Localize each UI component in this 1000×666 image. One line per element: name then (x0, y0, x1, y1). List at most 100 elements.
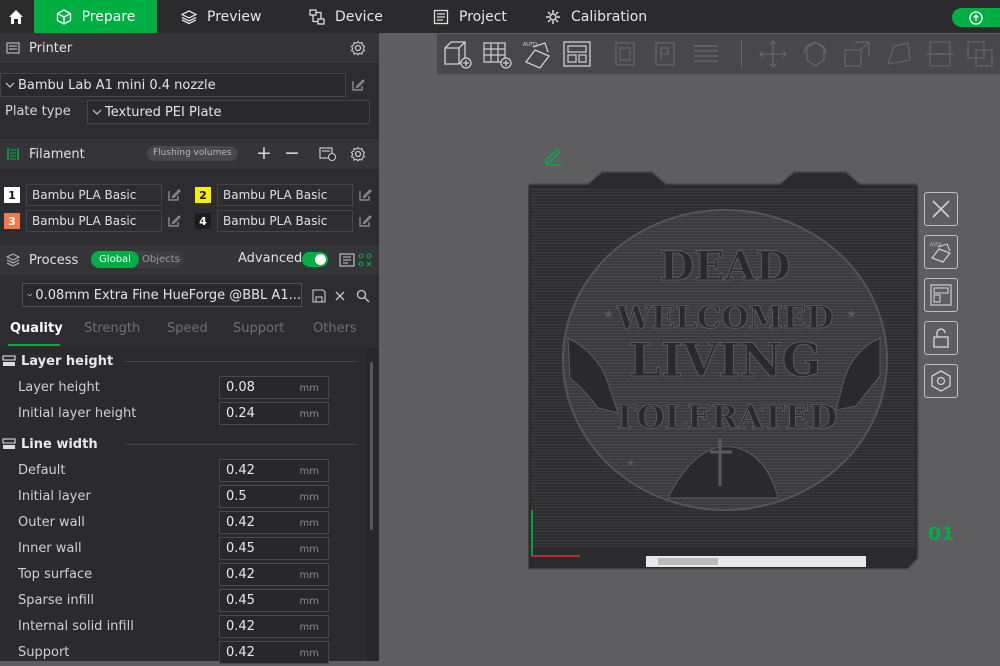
edit-icon[interactable] (167, 214, 181, 228)
param-value: 0.45 (226, 593, 255, 608)
auto-orient-plate-button[interactable]: AUTO (924, 235, 958, 269)
delete-plate-button[interactable] (924, 192, 958, 226)
group-title: Line width (21, 436, 98, 452)
param-row-default: Default 0.42 mm (0, 458, 362, 484)
lock-icon (933, 328, 949, 348)
param-input[interactable]: 0.42 mm (219, 459, 329, 482)
setting-tree-icon[interactable] (358, 253, 372, 267)
edit-icon[interactable] (358, 188, 372, 202)
device-icon (309, 8, 325, 25)
plate-settings-button[interactable] (924, 364, 958, 398)
tab-others[interactable]: Others (313, 321, 357, 336)
build-plate[interactable]: DEAD WELCOMED LIVING TOLERATED ★ ★ ★ (528, 168, 920, 573)
flushing-volumes-button[interactable]: Flushing volumes (147, 146, 238, 161)
add-plate-icon[interactable] (481, 38, 513, 70)
param-unit: mm (299, 622, 319, 633)
sync-ams-icon[interactable] (319, 146, 337, 162)
auto-orient-icon[interactable]: AUTO (521, 38, 553, 70)
add-object-icon[interactable] (441, 38, 473, 70)
tab-device[interactable]: Device (309, 0, 383, 33)
lock-plate-button[interactable] (924, 321, 958, 355)
group-line-width: Line width (0, 434, 362, 454)
tab-project[interactable]: Project (433, 0, 507, 33)
filament-slot-2[interactable]: 2 Bambu PLA Basic (195, 184, 375, 206)
param-unit: mm (299, 466, 319, 477)
parameter-list: Layer height Layer height 0.08 mm Initial… (0, 348, 362, 664)
param-input[interactable]: 0.5 mm (219, 485, 329, 508)
plate-settings-icon (931, 370, 951, 392)
chevron-down-icon (92, 109, 102, 115)
filament-name: Bambu PLA Basic (217, 184, 353, 206)
param-row-sparse-infill: Sparse infill 0.45 mm (0, 588, 362, 614)
filament-spool-icon (7, 148, 19, 160)
tab-strength[interactable]: Strength (84, 321, 140, 336)
gear-icon[interactable] (350, 146, 366, 162)
param-value: 0.42 (226, 463, 255, 478)
rotate-icon (803, 41, 827, 67)
param-unit: mm (299, 492, 319, 503)
advanced-toggle[interactable] (302, 252, 328, 267)
process-preset-select[interactable]: 0.08mm Extra Fine HueForge @BBL A1... (22, 283, 302, 307)
global-option[interactable]: Global (91, 251, 139, 268)
filament-name: Bambu PLA Basic (217, 210, 353, 232)
edit-icon[interactable] (351, 78, 365, 92)
upload-button[interactable] (952, 8, 1000, 27)
tab-quality[interactable]: Quality (10, 321, 63, 336)
printer-model-select[interactable]: Bambu Lab A1 mini 0.4 nozzle (0, 73, 346, 97)
filament-name: Bambu PLA Basic (26, 184, 162, 206)
settings-panel: Printer Bambu Lab A1 mini 0.4 nozzle Pla… (0, 33, 379, 664)
model-text-line: LIVING (629, 333, 821, 387)
plate-label-text (658, 558, 718, 565)
arrange-icon[interactable] (561, 38, 593, 70)
home-button[interactable] (0, 0, 31, 33)
cut-icon (927, 41, 953, 67)
search-icon[interactable] (356, 289, 370, 303)
save-icon[interactable] (312, 289, 326, 303)
upload-icon (969, 10, 983, 25)
scrollbar-thumb[interactable] (370, 362, 373, 530)
param-input[interactable]: 0.42 mm (219, 615, 329, 638)
param-input[interactable]: 0.08 mm (219, 376, 329, 399)
mesh-boolean-icon (967, 41, 993, 67)
filament-number-badge: 1 (4, 187, 20, 203)
edit-icon[interactable] (358, 214, 372, 228)
tab-preview[interactable]: Preview (181, 0, 262, 33)
tab-support[interactable]: Support (233, 321, 284, 336)
global-objects-toggle[interactable]: Global Objects (91, 251, 183, 268)
param-unit: mm (299, 648, 319, 659)
param-input[interactable]: 0.45 mm (219, 589, 329, 612)
add-filament-button[interactable]: + (256, 142, 272, 164)
process-title: Process (29, 252, 79, 268)
filament-section-header: Filament Flushing volumes + − (0, 139, 379, 169)
remove-filament-button[interactable]: − (284, 142, 300, 164)
filament-slot-1[interactable]: 1 Bambu PLA Basic (4, 184, 184, 206)
param-label: Top surface (18, 567, 93, 582)
filament-slot-4[interactable]: 4 Bambu PLA Basic (195, 210, 375, 232)
param-row-internal-solid-infill: Internal solid infill 0.42 mm (0, 614, 362, 640)
edit-plate-name-icon[interactable] (543, 144, 565, 166)
arrange-icon (930, 284, 952, 306)
param-unit: mm (299, 518, 319, 529)
group-layer-height: Layer height (0, 351, 362, 371)
line-width-icon (2, 438, 16, 449)
param-input[interactable]: 0.45 mm (219, 537, 329, 560)
param-input[interactable]: 0.24 mm (219, 402, 329, 425)
param-input[interactable]: 0.42 mm (219, 511, 329, 534)
split-parts-icon (655, 42, 675, 66)
tab-speed[interactable]: Speed (167, 321, 208, 336)
param-input[interactable]: 0.42 mm (219, 563, 329, 586)
gear-icon[interactable] (350, 40, 366, 56)
filament-slot-3[interactable]: 3 Bambu PLA Basic (4, 210, 184, 232)
close-icon[interactable] (334, 290, 346, 302)
tab-prepare[interactable]: Prepare (34, 0, 157, 33)
toolbar-divider (741, 40, 742, 68)
plate-type-select[interactable]: Textured PEI Plate (87, 100, 370, 124)
tab-calibration[interactable]: Calibration (545, 0, 647, 33)
parameter-scrollbar[interactable] (365, 348, 379, 661)
objects-option[interactable]: Objects (142, 251, 180, 268)
arrange-plate-button[interactable] (924, 278, 958, 312)
param-unit: mm (299, 570, 319, 581)
compare-icon[interactable] (339, 253, 355, 267)
move-icon (759, 40, 787, 68)
edit-icon[interactable] (167, 188, 181, 202)
